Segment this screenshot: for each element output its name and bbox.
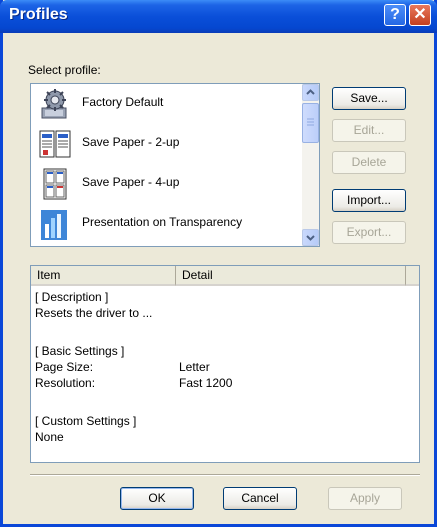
save-button[interactable]: Save... [332, 87, 406, 110]
column-header-filler [406, 266, 419, 286]
profile-details-list[interactable]: Item Detail [ Description ] Resets the d… [30, 265, 420, 463]
delete-button[interactable]: Delete [332, 151, 406, 174]
basic-settings-header: [ Basic Settings ] [35, 344, 125, 358]
grip-icon [307, 118, 314, 126]
scroll-down-button[interactable] [302, 229, 319, 246]
custom-settings-value: None [35, 430, 64, 444]
profile-item-save-paper-4up[interactable]: Save Paper - 4-up [31, 164, 299, 204]
page-size-value: Letter [179, 360, 210, 374]
ok-button[interactable]: OK [120, 487, 194, 510]
edit-button[interactable]: Edit... [332, 119, 406, 142]
profile-label: Save Paper - 2-up [82, 135, 180, 149]
close-icon[interactable]: ✕ [409, 4, 431, 26]
scroll-thumb[interactable] [302, 103, 319, 143]
factory-default-icon [41, 89, 67, 119]
select-profile-label: Select profile: [28, 63, 101, 77]
divider [30, 474, 420, 476]
profile-list[interactable]: Factory Default Save Paper - 2-up Save P… [30, 83, 320, 247]
resolution-value: Fast 1200 [179, 376, 233, 390]
chevron-up-icon [306, 89, 315, 95]
page-size-label: Page Size: [35, 360, 94, 374]
profile-item-save-paper-2up[interactable]: Save Paper - 2-up [31, 124, 299, 164]
column-header-item[interactable]: Item [31, 266, 176, 286]
description-text: Resets the driver to ... [35, 306, 153, 320]
profile-item-factory-default[interactable]: Factory Default [31, 84, 299, 124]
window-title: Profiles [9, 6, 68, 23]
cancel-button[interactable]: Cancel [223, 487, 297, 510]
profile-item-presentation-transparency[interactable]: Presentation on Transparency [31, 204, 299, 244]
import-button[interactable]: Import... [332, 189, 406, 212]
two-up-icon [39, 130, 71, 158]
profile-label: Presentation on Transparency [82, 215, 243, 229]
custom-settings-header: [ Custom Settings ] [35, 414, 137, 428]
profile-list-scrollbar[interactable] [302, 84, 319, 246]
transparency-icon [41, 210, 67, 240]
four-up-icon [43, 168, 67, 200]
chevron-down-icon [306, 235, 315, 241]
profile-label: Factory Default [82, 95, 164, 109]
description-header: [ Description ] [35, 290, 109, 304]
scroll-up-button[interactable] [302, 84, 319, 101]
title-bar[interactable]: Profiles ? ✕ [0, 0, 437, 33]
export-button[interactable]: Export... [332, 221, 406, 244]
profiles-dialog: Profiles ? ✕ Select profile: Factory Def… [0, 0, 437, 527]
help-icon[interactable]: ? [384, 4, 406, 26]
resolution-label: Resolution: [35, 376, 96, 390]
profile-label: Save Paper - 4-up [82, 175, 180, 189]
apply-button[interactable]: Apply [328, 487, 402, 510]
column-header-detail[interactable]: Detail [176, 266, 406, 286]
